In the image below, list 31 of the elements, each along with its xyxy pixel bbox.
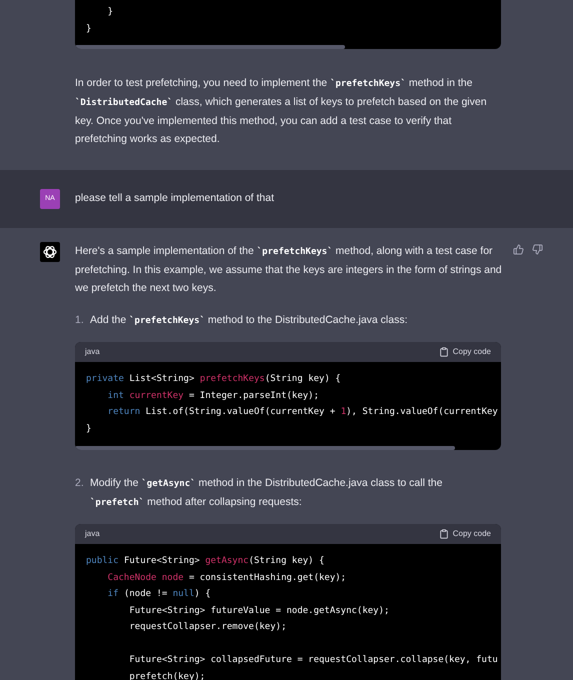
clipboard-icon: [438, 347, 449, 357]
copy-code-button[interactable]: Copy code: [438, 528, 491, 540]
code-line: CacheNode node = consistentHashing.get(key);: [106, 572, 346, 584]
code-line: prefetch(key);: [128, 670, 206, 680]
language-label: java: [85, 528, 100, 540]
thumbs-down-icon[interactable]: [532, 244, 543, 255]
step-number: 2.: [75, 476, 85, 491]
code-line: return List.of(String.valueOf(currentKey + 1), String.valueOf(currentKey: [106, 406, 498, 419]
code-line: public Future<String> getAsync(String key) {: [86, 555, 324, 568]
assistant-message-text: Here's a sample implementation of the `prefetchKeys` method, along with a test case for prefetching. In this example, we assume that the keys are integers in the form of strings and we prefetch the next two keys.: [75, 244, 503, 296]
code-line: Future<String> collapsedFuture = requestCollapser.collapse(key, futu: [128, 654, 498, 667]
scrollbar[interactable]: [75, 446, 455, 450]
code-line: private List<String> prefetchKeys(String key) {: [86, 373, 341, 386]
code-line: requestCollapser.remove(key);: [128, 621, 286, 634]
language-label: java: [85, 346, 100, 358]
step-number: 1.: [75, 313, 85, 328]
user-message-text: please tell a sample implementation of that: [75, 191, 274, 206]
assistant-logo-icon: [40, 242, 60, 262]
clipboard-icon: [438, 529, 449, 539]
code-line: int currentKey = Integer.parseInt(key);: [106, 390, 320, 402]
thumbs-up-icon[interactable]: [513, 244, 524, 255]
code-line: }: [106, 6, 114, 19]
copy-code-button[interactable]: Copy code: [438, 346, 491, 358]
code-line: Future<String> futureValue = node.getAsync(key);: [128, 604, 390, 618]
code-line: if (node != null) {: [106, 588, 211, 601]
assistant-message-text: In order to test prefetching, you need to implement the `prefetchKeys` method in the `DistributedCache` class, which generates a list of keys to prefetch based on the given key. Once you've implemented this method, you can add a test case to verify that prefetching works as expected.: [75, 76, 488, 147]
scrollbar[interactable]: [75, 45, 345, 49]
step-text: Add the `prefetchKeys` method to the DistributedCache.java class:: [90, 313, 408, 328]
code-line: }: [86, 422, 92, 436]
step-text: Modify the `getAsync` method in the DistributedCache.java class to call the `prefetch` method after collapsing requests:: [90, 476, 444, 510]
code-line: }: [86, 22, 92, 36]
